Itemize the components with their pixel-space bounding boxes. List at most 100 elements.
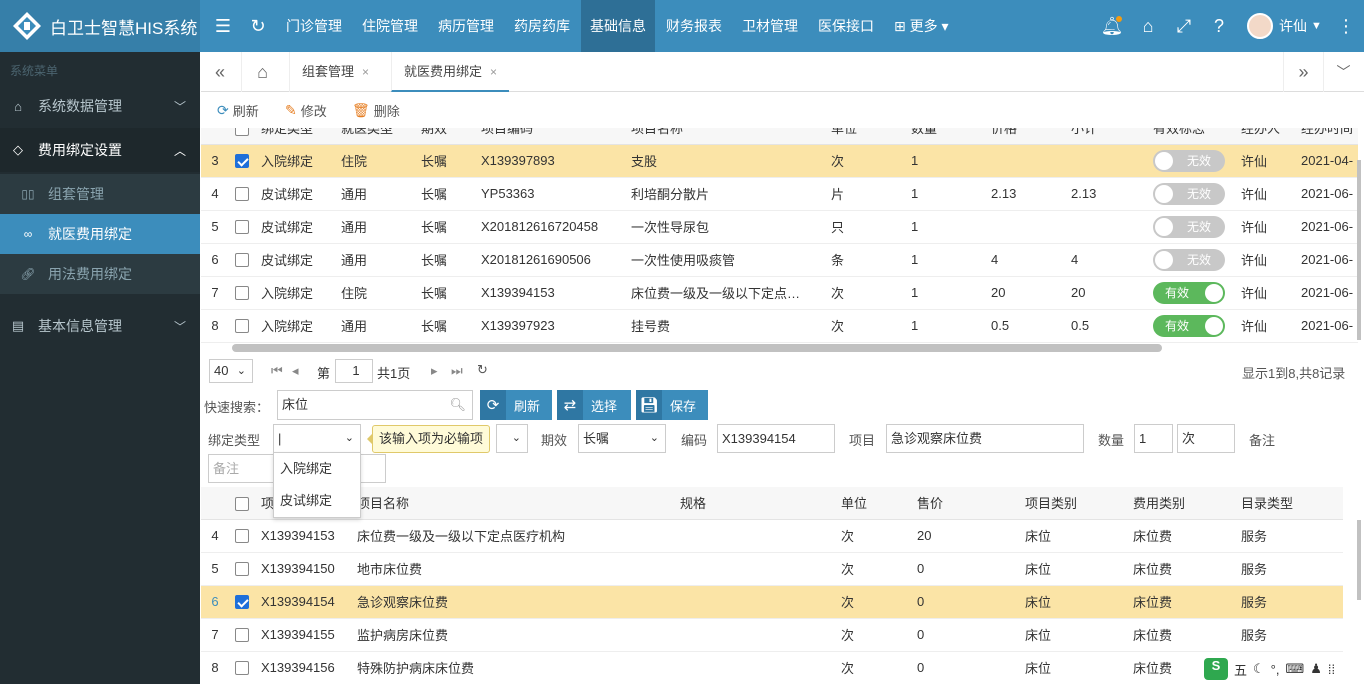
row-checkbox[interactable] [235,154,249,169]
sidebar-subitem-group-set[interactable]: ▯▯ 组套管理 [0,174,200,214]
row-checkbox[interactable] [235,661,249,676]
row-checkbox[interactable] [235,595,249,610]
topmenu-item[interactable]: 病历管理 [429,0,503,52]
table-row[interactable]: 6 皮试绑定 通用 长嘱 X20181261690506 一次性使用吸痰管条 1 4 4 无效 许仙… [201,243,1358,277]
select-button[interactable]: ⇄ 选择 [557,390,631,420]
refresh-button[interactable]: ⟳ 刷新 [217,101,259,120]
period-select[interactable]: 长嘱 ⌄ [578,424,666,453]
topmenu-item[interactable]: 门诊管理 [277,0,351,52]
column-header[interactable]: 有效标志 [1147,128,1235,145]
table-row[interactable]: 5 X139394150 地市床位费 次 0 床位 床位费 服务 [201,552,1343,586]
close-icon[interactable]: × [362,65,369,79]
help-icon[interactable]: ? [1207,14,1231,38]
dropdown-option[interactable]: 入院绑定 [274,453,360,485]
page-number-input[interactable]: 1 [335,359,373,383]
row-checkbox[interactable] [235,187,249,202]
column-header[interactable]: 售价 [911,487,1019,520]
edit-button[interactable]: ✎ 修改 [285,101,327,120]
row-checkbox[interactable] [235,220,249,235]
more-menu[interactable]: ⊞ 更多 ▾ [885,0,958,52]
app-logo[interactable]: 白卫士智慧HIS系统 [0,0,200,52]
topmenu-item[interactable]: 药房药库 [505,0,579,52]
valid-toggle[interactable]: 有效 [1153,281,1225,304]
unit-input[interactable]: 次 [1177,424,1235,453]
row-checkbox[interactable] [235,628,249,643]
sidebar-subitem-medical-fee-binding[interactable]: ∞ 就医费用绑定 [0,214,200,254]
valid-toggle[interactable]: 有效 [1153,314,1225,337]
user-menu[interactable]: 许仙 ▼ [1247,13,1322,39]
topmenu-item-active[interactable]: 基础信息 [581,0,655,52]
tab-medical-fee-binding[interactable]: 就医费用绑定 × [391,52,510,92]
menu-toggle-icon[interactable]: ☰ [211,14,235,38]
column-header[interactable]: 项目类别 [1019,487,1127,520]
column-header[interactable]: 项目名称 [351,487,674,520]
close-icon[interactable]: × [490,65,497,79]
row-checkbox[interactable] [235,562,249,577]
delete-button[interactable]: 🗑︎ 删除 [352,101,400,120]
sidebar-item-system-data[interactable]: ⌂ 系统数据管理 ﹀ [0,84,200,128]
visit-type-select[interactable]: ⌄ [496,424,528,453]
prev-page-icon[interactable]: ◂ [292,363,299,379]
reload-icon[interactable]: ↻ [477,362,488,378]
row-checkbox[interactable] [235,319,249,334]
vertical-scrollbar[interactable] [1357,520,1361,600]
quantity-input[interactable]: 1 [1134,424,1173,453]
sidebar-item-fee-binding[interactable]: ◇ 费用绑定设置 ︿ [0,128,200,172]
table-row[interactable]: 5 皮试绑定 通用 长嘱 X201812616720458 一次性导尿包只 1 无效 许仙 202… [201,210,1358,244]
valid-toggle[interactable]: 无效 [1153,149,1225,172]
column-header[interactable]: 项目名称 [625,128,825,145]
first-page-icon[interactable]: ⏮︎ [271,363,283,379]
row-checkbox[interactable] [235,286,249,301]
valid-toggle[interactable]: 无效 [1153,182,1225,205]
fullscreen-icon[interactable]: ⤢ [1172,14,1196,38]
tabs-dropdown-icon[interactable]: ﹀ [1323,52,1363,92]
column-header[interactable]: 单位 [825,128,905,145]
column-header[interactable]: 期效 [415,128,475,145]
topmenu-item[interactable]: 住院管理 [353,0,427,52]
topmenu-item[interactable]: 财务报表 [657,0,731,52]
search-icon[interactable]: 🔍︎ [449,391,466,418]
column-header[interactable]: 经办时间 [1295,128,1358,145]
column-header[interactable]: 项目编码 [475,128,625,145]
column-header[interactable]: 绑定类型 [255,128,335,145]
table-row[interactable]: 8 X139394156 特殊防护病床床位费次 0 床位 床位费 [201,651,1343,684]
table-row[interactable]: 7 入院绑定 住院 长嘱 X139394153 床位费一级及一级以下定点… 次 1 20 20 有效… [201,276,1358,310]
kebab-menu-icon[interactable]: ⋮ [1334,14,1358,38]
row-checkbox[interactable] [235,529,249,544]
column-header[interactable]: 价格 [985,128,1065,145]
code-input[interactable]: X139394154 [717,424,835,453]
row-checkbox[interactable] [235,253,249,268]
column-header[interactable]: 费用类别 [1127,487,1235,520]
search-refresh-button[interactable]: ⟳ 刷新 [480,390,552,420]
next-page-icon[interactable]: ▸ [431,363,438,379]
column-header[interactable]: 单位 [835,487,911,520]
bell-icon[interactable]: 🔔︎ [1100,14,1124,38]
column-header[interactable]: 目录类型 [1235,487,1343,520]
tabs-scroll-left-icon[interactable]: « [201,52,239,92]
tabs-scroll-right-icon[interactable]: » [1283,52,1323,92]
table-row[interactable]: 7 X139394155 监护病房床位费 次 0 床位 床位费 服务 [201,618,1343,652]
sidebar-subitem-usage-fee-binding[interactable]: 🔗︎ 用法费用绑定 [0,254,200,294]
horizontal-scrollbar[interactable] [232,344,1162,352]
reload-icon[interactable]: ↻ [246,14,270,38]
quick-search-input[interactable]: 床位 🔍︎ [277,390,473,420]
table-row[interactable]: 4 皮试绑定 通用 长嘱 YP53363 利培酮分散片片 1 2.13 2.13 无效 许仙 2021… [201,177,1358,211]
column-header[interactable]: 规格 [674,487,835,520]
column-header[interactable]: 小计 [1065,128,1147,145]
valid-toggle[interactable]: 无效 [1153,215,1225,238]
page-size-select[interactable]: 40 ⌄ [209,359,253,383]
tag-icon[interactable]: ⌂ [1136,14,1160,38]
save-button[interactable]: 💾︎ 保存 [636,390,708,420]
table-row[interactable]: 8 入院绑定 通用 长嘱 X139397923 挂号费次 1 0.5 0.5 有效 许仙 2021-0… [201,309,1358,343]
tab-group-set[interactable]: 组套管理 × [289,52,381,92]
bind-type-select[interactable]: | ⌄ [273,424,361,453]
dropdown-option[interactable]: 皮试绑定 [274,485,360,517]
table-row[interactable]: 4 X139394153 床位费一级及一级以下定点医疗机构 次 20 床位 床位费 服务 [201,519,1343,553]
select-all-checkbox[interactable] [229,128,255,145]
table-row[interactable]: 3 入院绑定 住院 长嘱 X139397893 支股次 1 无效 许仙 2021-04- [201,144,1358,178]
item-input[interactable]: 急诊观察床位费 [886,424,1084,453]
select-all-checkbox[interactable] [229,487,255,520]
column-header[interactable]: 数量 [905,128,985,145]
vertical-scrollbar[interactable] [1357,160,1361,340]
topmenu-item[interactable]: 卫材管理 [733,0,807,52]
